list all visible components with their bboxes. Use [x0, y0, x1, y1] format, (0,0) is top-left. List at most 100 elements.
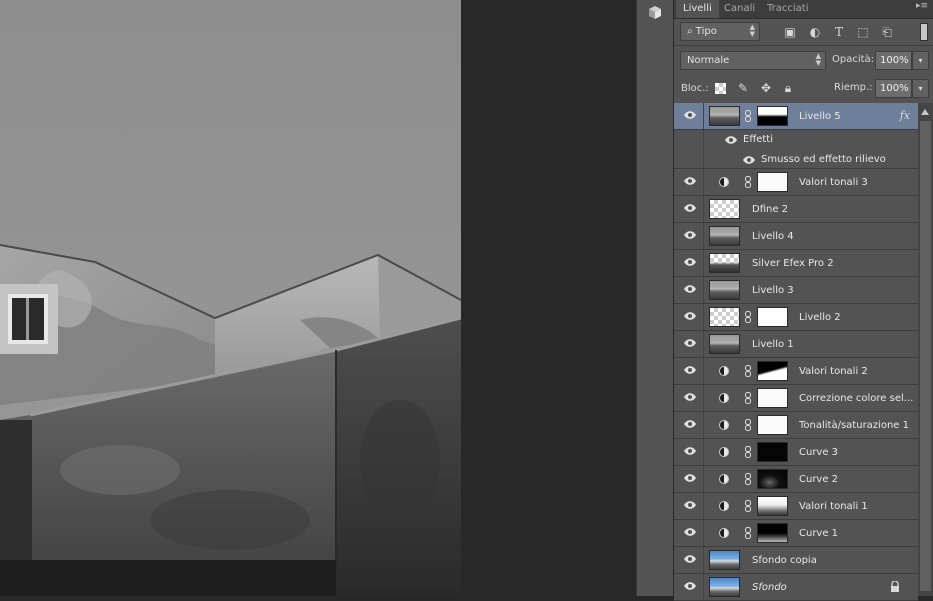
fill-dropdown-button[interactable]: ▾: [912, 79, 929, 98]
panel-menu-icon[interactable]: ▸≡: [916, 1, 928, 11]
eye-icon[interactable]: [684, 474, 696, 482]
layer-mask-thumbnail[interactable]: [757, 307, 788, 327]
effects-label[interactable]: Effetti: [743, 130, 773, 150]
tab-tracciati[interactable]: Tracciati: [760, 0, 815, 18]
eye-icon[interactable]: [684, 555, 696, 563]
adjustment-layer-icon[interactable]: [719, 447, 729, 457]
filter-kind-dropdown[interactable]: ⌕ Tipo ▲ ▼: [680, 22, 760, 41]
blend-mode-dropdown[interactable]: Normale ▲ ▼: [680, 51, 826, 70]
layers-scrollbar[interactable]: [918, 103, 933, 596]
layer-name[interactable]: Dfine 2: [752, 196, 788, 223]
layer-row[interactable]: Curve 1: [674, 520, 918, 547]
layer-thumbnail[interactable]: [709, 550, 740, 570]
layer-mask-thumbnail[interactable]: [757, 388, 788, 408]
adjustment-layer-icon[interactable]: [719, 474, 729, 484]
layer-row[interactable]: Livello 4: [674, 223, 918, 250]
layer-name[interactable]: Valori tonali 2: [799, 358, 868, 385]
eye-icon[interactable]: [684, 501, 696, 509]
chain-link-icon[interactable]: [745, 176, 751, 188]
layer-name[interactable]: Valori tonali 1: [799, 493, 868, 520]
layer-mask-thumbnail[interactable]: [757, 361, 788, 381]
eye-icon[interactable]: [684, 177, 696, 185]
layer-name[interactable]: Livello 3: [752, 277, 794, 304]
layer-mask-thumbnail[interactable]: [757, 496, 788, 516]
chain-link-icon[interactable]: [745, 311, 751, 323]
layer-mask-thumbnail[interactable]: [757, 523, 788, 543]
eye-icon[interactable]: [684, 528, 696, 536]
adjustment-layer-icon[interactable]: [719, 420, 729, 430]
layer-thumbnail[interactable]: [709, 307, 740, 327]
chain-link-icon[interactable]: [745, 392, 751, 404]
adjustment-layer-icon[interactable]: [719, 366, 729, 376]
effects-row[interactable]: Effetti: [674, 130, 918, 150]
tab-livelli[interactable]: Livelli: [676, 0, 719, 18]
layer-thumbnail[interactable]: [709, 106, 740, 126]
eye-icon[interactable]: [684, 285, 696, 293]
adjustment-filter-icon[interactable]: ◐: [807, 24, 823, 40]
layer-name[interactable]: Correzione colore sel...: [799, 385, 913, 412]
chain-link-icon[interactable]: [745, 110, 751, 122]
scrollbar-thumb[interactable]: [920, 121, 931, 591]
layer-thumbnail[interactable]: [709, 199, 740, 219]
eye-icon[interactable]: [684, 231, 696, 239]
eye-icon[interactable]: [743, 156, 755, 164]
layer-name[interactable]: Tonalità/saturazione 1: [799, 412, 909, 439]
layer-name[interactable]: Curve 1: [799, 520, 838, 547]
effect-item-row[interactable]: Smusso ed effetto rilievo: [674, 150, 918, 169]
opacity-field[interactable]: 100%: [875, 51, 912, 70]
layer-name[interactable]: Livello 2: [799, 304, 841, 331]
layer-mask-thumbnail[interactable]: [757, 415, 788, 435]
layer-name[interactable]: Sfondo copia: [752, 547, 817, 574]
layer-name[interactable]: Livello 5: [799, 103, 841, 130]
layer-name[interactable]: Valori tonali 3: [799, 169, 868, 196]
layer-row[interactable]: Silver Efex Pro 2: [674, 250, 918, 277]
effect-name[interactable]: Smusso ed effetto rilievo: [761, 150, 886, 169]
eye-icon[interactable]: [725, 136, 737, 144]
layer-thumbnail[interactable]: [709, 226, 740, 246]
eye-icon[interactable]: [684, 582, 696, 590]
layer-name[interactable]: Livello 1: [752, 331, 794, 358]
layer-row[interactable]: Curve 2: [674, 466, 918, 493]
scroll-up-icon[interactable]: [921, 109, 929, 115]
adjustment-layer-icon[interactable]: [719, 528, 729, 538]
chain-link-icon[interactable]: [745, 473, 751, 485]
layer-thumbnail[interactable]: [709, 280, 740, 300]
layer-row[interactable]: Sfondo copia: [674, 547, 918, 574]
layer-row[interactable]: Correzione colore sel...: [674, 385, 918, 412]
type-filter-icon[interactable]: T: [831, 24, 847, 40]
lock-pixels-brush-icon[interactable]: ✎: [735, 80, 751, 96]
fx-icon[interactable]: fx: [900, 109, 910, 122]
eye-icon[interactable]: [684, 111, 696, 119]
layer-row[interactable]: Valori tonali 2: [674, 358, 918, 385]
lock-all-icon[interactable]: 🔒︎: [780, 80, 796, 96]
eye-icon[interactable]: [684, 204, 696, 212]
chain-link-icon[interactable]: [745, 365, 751, 377]
layer-name[interactable]: Silver Efex Pro 2: [752, 250, 834, 277]
shape-filter-icon[interactable]: ⬚: [855, 24, 871, 40]
chain-link-icon[interactable]: [745, 446, 751, 458]
layer-row[interactable]: Valori tonali 1: [674, 493, 918, 520]
eye-icon[interactable]: [684, 393, 696, 401]
layer-mask-thumbnail[interactable]: [757, 469, 788, 489]
eye-icon[interactable]: [684, 447, 696, 455]
filter-toggle-switch[interactable]: [920, 23, 928, 41]
layer-row[interactable]: Sfondo: [674, 574, 918, 601]
layer-row[interactable]: Livello 2: [674, 304, 918, 331]
layer-name[interactable]: Curve 3: [799, 439, 838, 466]
3d-icon[interactable]: [646, 4, 664, 22]
eye-icon[interactable]: [684, 258, 696, 266]
lock-position-move-icon[interactable]: ✥: [758, 80, 774, 96]
smart-object-filter-icon[interactable]: ⎗: [879, 24, 895, 40]
layer-row[interactable]: Livello 1: [674, 331, 918, 358]
layer-thumbnail[interactable]: [709, 253, 740, 273]
layer-row[interactable]: Valori tonali 3: [674, 169, 918, 196]
layer-thumbnail[interactable]: [709, 577, 740, 597]
adjustment-layer-icon[interactable]: [719, 501, 729, 511]
eye-icon[interactable]: [684, 366, 696, 374]
layer-mask-thumbnail[interactable]: [757, 106, 788, 126]
layer-mask-thumbnail[interactable]: [757, 172, 788, 192]
fill-field[interactable]: 100%: [875, 79, 912, 98]
chain-link-icon[interactable]: [745, 500, 751, 512]
layer-row[interactable]: Curve 3: [674, 439, 918, 466]
lock-transparent-icon[interactable]: [715, 83, 726, 94]
